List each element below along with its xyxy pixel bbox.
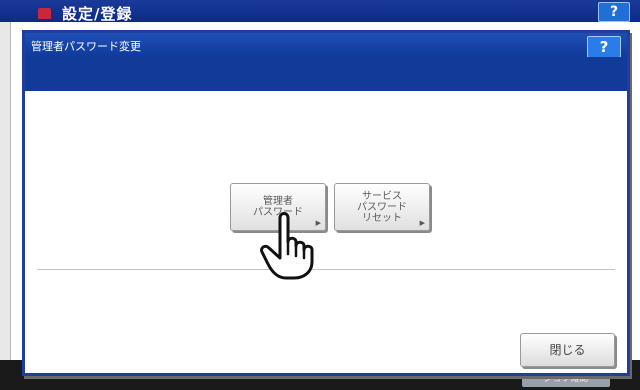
- background-title: 設定/登録: [62, 5, 133, 23]
- dialog-body: [25, 91, 627, 373]
- dialog-header-band: [25, 57, 627, 91]
- dialog-titlebar: 管理者パスワード変更 ?: [25, 33, 627, 58]
- dialog-title: 管理者パスワード変更: [31, 40, 141, 53]
- password-change-dialog: 管理者パスワード変更 ? 管理者 パスワード ▶ サービス パスワード リセット…: [22, 30, 630, 376]
- dialog-help-button[interactable]: ?: [587, 36, 621, 58]
- background-left-panel: [0, 22, 11, 360]
- service-password-reset-button[interactable]: サービス パスワード リセット ▶: [334, 183, 430, 231]
- hand-pointer-icon: [260, 212, 314, 280]
- submenu-arrow-icon: ▶: [419, 219, 425, 227]
- divider: [37, 269, 615, 270]
- service-password-reset-button-label: サービス パスワード リセット: [357, 190, 407, 224]
- background-help-button[interactable]: ?: [598, 2, 630, 22]
- close-button[interactable]: 閉じる: [520, 333, 615, 367]
- settings-icon: [38, 8, 51, 19]
